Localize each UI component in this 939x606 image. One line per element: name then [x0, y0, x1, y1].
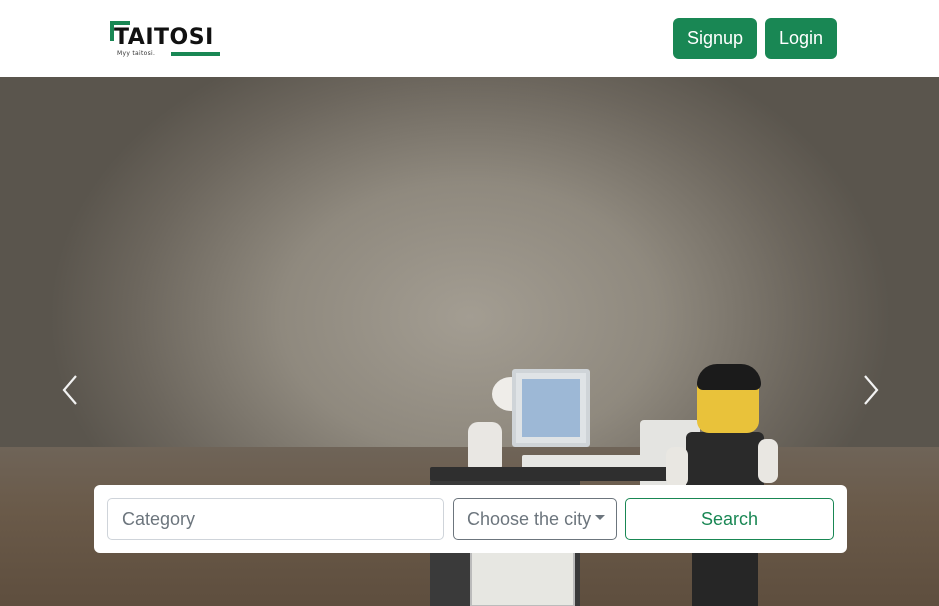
scene-monitor-screen — [522, 379, 580, 437]
carousel-prev-button[interactable] — [56, 373, 86, 407]
search-button[interactable]: Search — [625, 498, 834, 540]
caret-down-icon — [595, 514, 606, 520]
scene-monitor — [512, 369, 590, 447]
taitosi-logo[interactable]: TAITOSI Myy taitosi. — [108, 19, 224, 59]
scene-figure-arm-right — [758, 439, 778, 483]
navbar: TAITOSI Myy taitosi. Signup Login — [0, 0, 939, 77]
chevron-left-icon — [62, 375, 77, 405]
login-button[interactable]: Login — [765, 18, 837, 59]
logo-text: TAITOSI — [114, 25, 214, 50]
carousel-next-button[interactable] — [855, 373, 885, 407]
scene-lamp — [468, 422, 502, 470]
scene-desk-top — [430, 467, 680, 481]
chevron-right-icon — [864, 375, 879, 405]
logo-underline — [171, 52, 220, 56]
signup-button[interactable]: Signup — [673, 18, 757, 59]
logo-tagline: Myy taitosi. — [117, 50, 156, 57]
city-dropdown-label: Choose the city — [467, 509, 592, 529]
search-panel: Choose the city Search — [94, 485, 847, 553]
scene-figure-arm-left — [666, 447, 688, 487]
scene-figure-hair — [697, 364, 761, 390]
city-dropdown[interactable]: Choose the city — [453, 498, 617, 540]
category-input[interactable] — [107, 498, 444, 540]
